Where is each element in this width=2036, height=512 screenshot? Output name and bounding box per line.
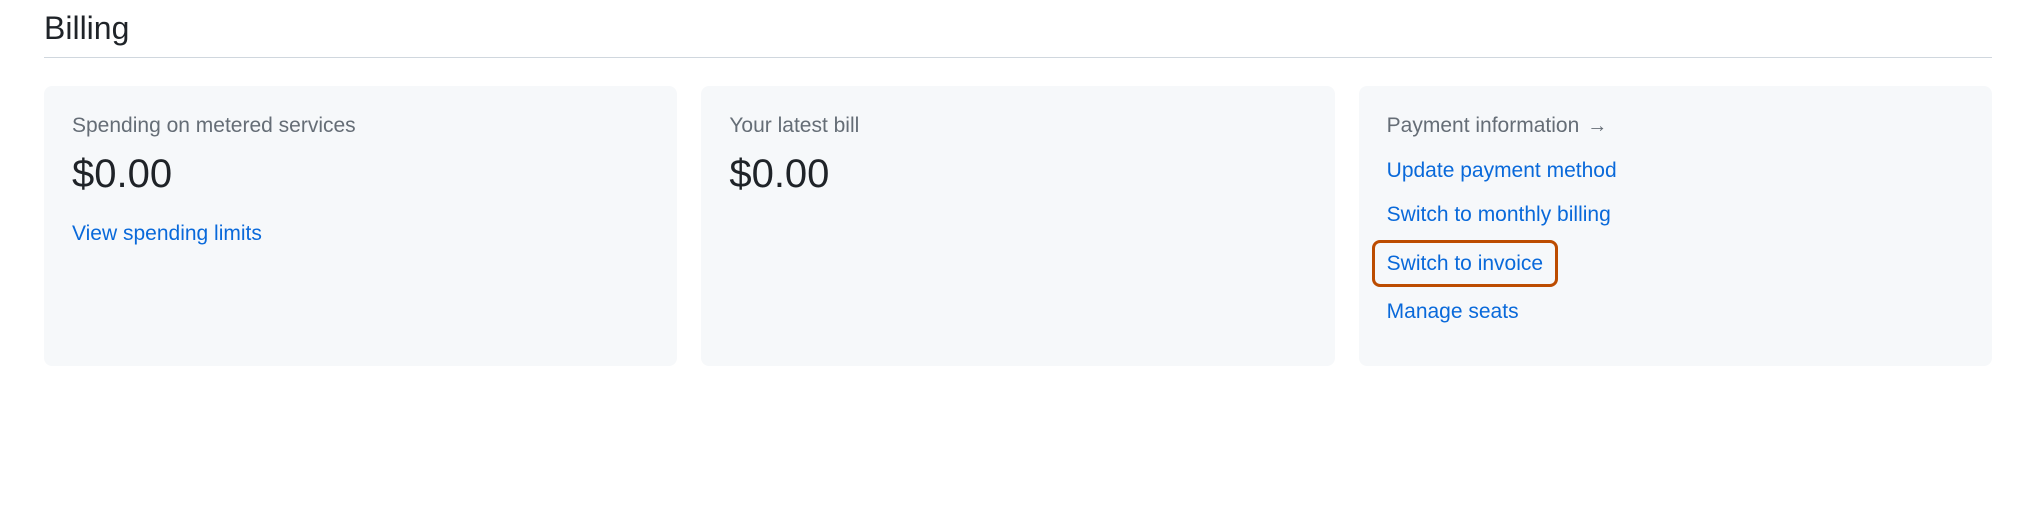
payment-links-list: Update payment method Switch to monthly … <box>1387 152 1964 331</box>
latest-bill-card: Your latest bill $0.00 <box>701 86 1334 366</box>
update-payment-method-link[interactable]: Update payment method <box>1387 152 1617 190</box>
payment-info-card: Payment information → Update payment met… <box>1359 86 1992 366</box>
spending-card-title: Spending on metered services <box>72 114 649 138</box>
arrow-right-icon: → <box>1587 115 1607 138</box>
view-spending-limits-link[interactable]: View spending limits <box>72 222 262 245</box>
switch-to-invoice-highlight: Switch to invoice <box>1372 240 1558 288</box>
payment-info-title-text: Payment information <box>1387 114 1580 138</box>
billing-cards-row: Spending on metered services $0.00 View … <box>44 86 1992 366</box>
latest-bill-card-title: Your latest bill <box>729 114 1306 138</box>
payment-information-link[interactable]: Payment information → <box>1387 114 1608 138</box>
manage-seats-link[interactable]: Manage seats <box>1387 293 1519 331</box>
page-title: Billing <box>44 10 1992 58</box>
spending-card: Spending on metered services $0.00 View … <box>44 86 677 366</box>
switch-monthly-billing-link[interactable]: Switch to monthly billing <box>1387 196 1611 234</box>
spending-amount: $0.00 <box>72 152 649 197</box>
latest-bill-amount: $0.00 <box>729 152 1306 197</box>
switch-to-invoice-link[interactable]: Switch to invoice <box>1387 252 1543 275</box>
